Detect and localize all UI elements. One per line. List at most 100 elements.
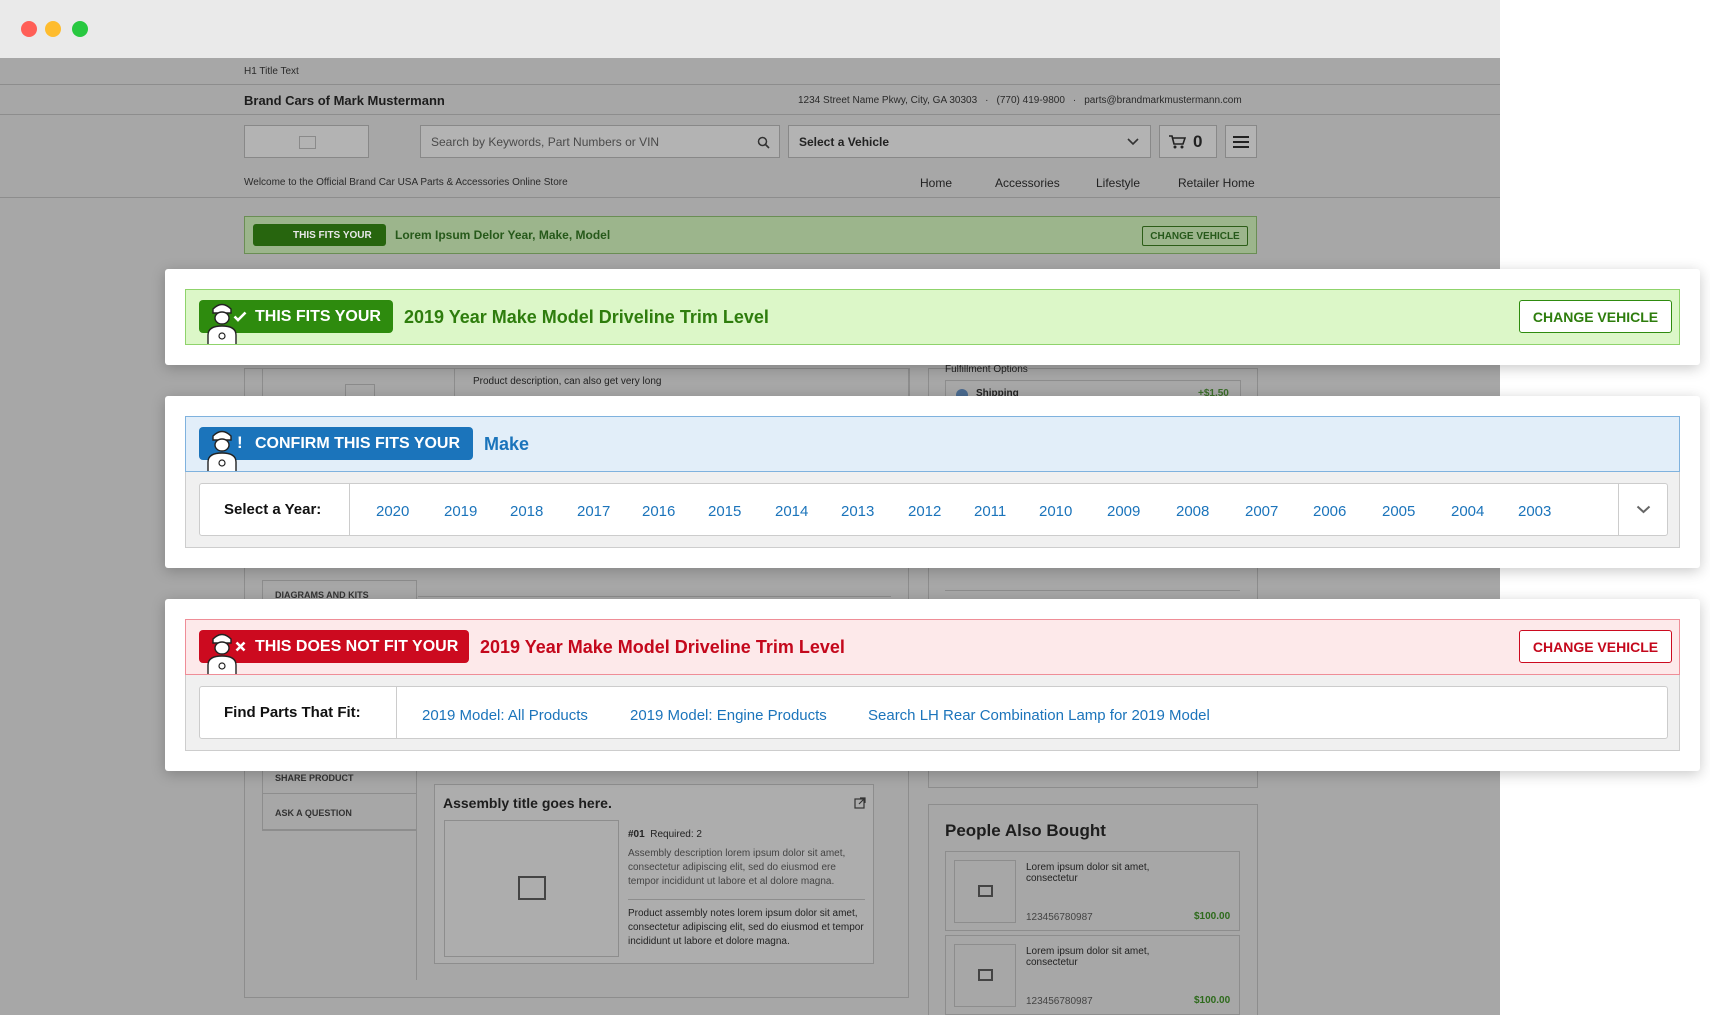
not-fit-wrapper: THIS DOES NOT FIT YOUR 2019 Year Make Mo… (185, 619, 1680, 751)
mini-fits-vehicle: Lorem Ipsum Delor Year, Make, Model (395, 228, 611, 242)
vehicle-select[interactable]: Select a Vehicle (788, 125, 1151, 158)
external-link-icon[interactable] (854, 797, 866, 809)
year-selector: Select a Year: 2020 2019 2018 2017 2016 … (199, 483, 1668, 536)
h1-title: H1 Title Text (244, 66, 299, 77)
confirm-panel: ! CONFIRM THIS FITS YOUR Make Select a Y… (165, 396, 1700, 568)
mechanic-mascot-icon (207, 303, 237, 344)
mini-fits-badge: THIS FITS YOUR (253, 224, 386, 246)
chevron-down-icon (1127, 138, 1139, 146)
shipping-option[interactable]: Shipping +$1.50 (945, 380, 1241, 396)
store-address: 1234 Street Name Pkwy, City, GA 30303 (798, 95, 978, 106)
change-vehicle-button[interactable]: CHANGE VEHICLE (1519, 300, 1672, 333)
vehicle-select-label: Select a Vehicle (799, 135, 890, 149)
year-option[interactable]: 2020 (376, 503, 409, 520)
select-year-label: Select a Year: (200, 484, 350, 535)
pab-item-price: $100.00 (1194, 911, 1231, 922)
not-fit-bar: THIS DOES NOT FIT YOUR 2019 Year Make Mo… (185, 619, 1680, 675)
search-icon[interactable] (757, 136, 770, 149)
change-vehicle-button[interactable]: CHANGE VEHICLE (1519, 630, 1672, 663)
year-option[interactable]: 2015 (708, 503, 741, 520)
find-parts-label: Find Parts That Fit: (200, 687, 397, 738)
pab-item-name[interactable]: Lorem ipsum dolor sit amet, consectetur (1026, 946, 1176, 968)
hamburger-icon (1233, 136, 1249, 148)
store-name[interactable]: Brand Cars of Mark Mustermann (244, 93, 445, 108)
image-placeholder-icon (978, 885, 993, 897)
not-fit-panel: THIS DOES NOT FIT YOUR 2019 Year Make Mo… (165, 599, 1700, 771)
x-mark-icon (235, 641, 246, 652)
year-option[interactable]: 2012 (908, 503, 941, 520)
tab-share-product[interactable]: SHARE PRODUCT (275, 773, 354, 783)
link-search-lamp[interactable]: Search LH Rear Combination Lamp for 2019… (868, 707, 1210, 724)
year-option[interactable]: 2010 (1039, 503, 1072, 520)
pab-item-image (954, 860, 1016, 923)
nav-lifestyle[interactable]: Lifestyle (1096, 176, 1140, 190)
year-option[interactable]: 2018 (510, 503, 543, 520)
people-also-bought: People Also Bought Lorem ipsum dolor sit… (928, 804, 1258, 1015)
year-list: 2020 2019 2018 2017 2016 2015 2014 2013 … (350, 484, 1620, 535)
pab-item-sku: 123456780987 (1026, 912, 1093, 923)
store-email[interactable]: parts@brandmarkmustermann.com (1084, 95, 1241, 106)
year-option[interactable]: 2019 (444, 503, 477, 520)
chevron-down-icon (1636, 505, 1651, 514)
close-window-button[interactable] (21, 21, 37, 37)
mechanic-mascot-icon (207, 430, 237, 471)
fits-panel: THIS FITS YOUR 2019 Year Make Model Driv… (165, 269, 1700, 365)
confirm-wrapper: ! CONFIRM THIS FITS YOUR Make Select a Y… (185, 416, 1680, 548)
year-expand-button[interactable] (1618, 484, 1668, 535)
assembly-required: Required: 2 (650, 829, 702, 840)
assembly-description: Assembly description lorem ipsum dolor s… (628, 848, 846, 887)
mini-change-vehicle-button[interactable]: CHANGE VEHICLE (1142, 226, 1248, 246)
cart-count: 0 (1193, 132, 1203, 151)
confirm-badge: ! CONFIRM THIS FITS YOUR (199, 427, 473, 471)
tab-ask-a-question[interactable]: ASK A QUESTION (275, 808, 352, 818)
assembly-card: Assembly title goes here. #01 Required: … (434, 784, 874, 964)
year-option[interactable]: 2009 (1107, 503, 1140, 520)
people-also-bought-title: People Also Bought (945, 821, 1106, 840)
fits-bar: THIS FITS YOUR 2019 Year Make Model Driv… (185, 289, 1680, 345)
maximize-window-button[interactable] (72, 21, 88, 37)
checkmark-icon (233, 311, 247, 322)
shipping-price: +$1.50 (1198, 388, 1229, 396)
assembly-notes: Product assembly notes lorem ipsum dolor… (628, 908, 864, 947)
pab-item[interactable]: Lorem ipsum dolor sit amet, consectetur … (945, 935, 1240, 1015)
nav-retailer-home[interactable]: Retailer Home (1178, 176, 1255, 190)
nav-accessories[interactable]: Accessories (995, 176, 1060, 190)
year-option[interactable]: 2006 (1313, 503, 1346, 520)
assembly-title: Assembly title goes here. (443, 795, 612, 811)
year-option[interactable]: 2004 (1451, 503, 1484, 520)
year-option[interactable]: 2016 (642, 503, 675, 520)
year-option[interactable]: 2008 (1176, 503, 1209, 520)
assembly-image[interactable] (444, 820, 619, 957)
pab-item-name[interactable]: Lorem ipsum dolor sit amet, consectetur (1026, 862, 1176, 884)
year-option[interactable]: 2013 (841, 503, 874, 520)
image-placeholder-icon (299, 136, 316, 149)
link-all-products[interactable]: 2019 Model: All Products (422, 707, 588, 724)
confirm-bar: ! CONFIRM THIS FITS YOUR Make (185, 416, 1680, 472)
pab-item-sku: 123456780987 (1026, 996, 1093, 1007)
site-logo[interactable] (244, 125, 369, 158)
year-option[interactable]: 2017 (577, 503, 610, 520)
exclamation-icon: ! (237, 433, 243, 452)
pab-item-image (954, 944, 1016, 1007)
year-option[interactable]: 2003 (1518, 503, 1551, 520)
welcome-text: Welcome to the Official Brand Car USA Pa… (244, 177, 568, 188)
shipping-label: Shipping (976, 388, 1019, 396)
store-phone[interactable]: (770) 419-9800 (997, 95, 1065, 106)
year-option[interactable]: 2005 (1382, 503, 1415, 520)
menu-button[interactable] (1225, 125, 1257, 158)
year-option[interactable]: 2014 (775, 503, 808, 520)
year-option[interactable]: 2011 (974, 503, 1006, 520)
confirm-badge-label: CONFIRM THIS FITS YOUR (255, 434, 461, 452)
search-input[interactable]: Search by Keywords, Part Numbers or VIN (420, 125, 780, 158)
year-option[interactable]: 2007 (1245, 503, 1278, 520)
nav-home[interactable]: Home (920, 176, 952, 190)
fits-badge-label: THIS FITS YOUR (255, 307, 381, 325)
assembly-number: #01 (628, 829, 645, 840)
cart-button[interactable]: 0 (1159, 125, 1217, 158)
mini-fitment-bar: THIS FITS YOUR Lorem Ipsum Delor Year, M… (244, 216, 1257, 254)
link-engine-products[interactable]: 2019 Model: Engine Products (630, 707, 827, 724)
pab-item[interactable]: Lorem ipsum dolor sit amet, consectetur … (945, 851, 1240, 931)
fulfillment-label: Fulfillment Options (945, 364, 1028, 375)
minimize-window-button[interactable] (45, 21, 61, 37)
mechanic-mascot-icon (207, 633, 237, 674)
